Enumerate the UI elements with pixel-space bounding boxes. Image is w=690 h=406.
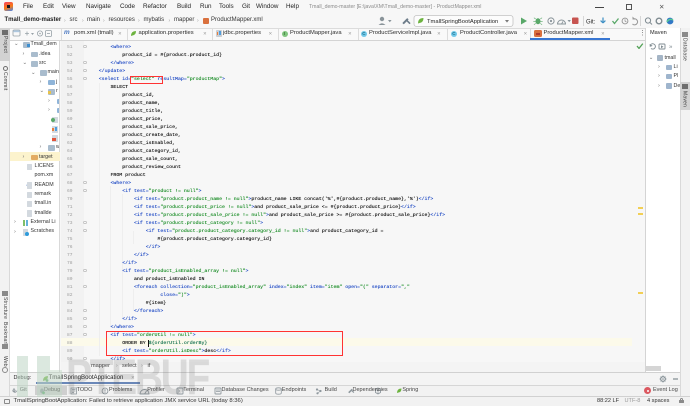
svg-text:TmallSpringBootApplication: TmallSpringBootApplication	[427, 19, 498, 25]
svg-text:»: »	[669, 45, 673, 51]
svg-text:Git:: Git:	[586, 19, 596, 25]
